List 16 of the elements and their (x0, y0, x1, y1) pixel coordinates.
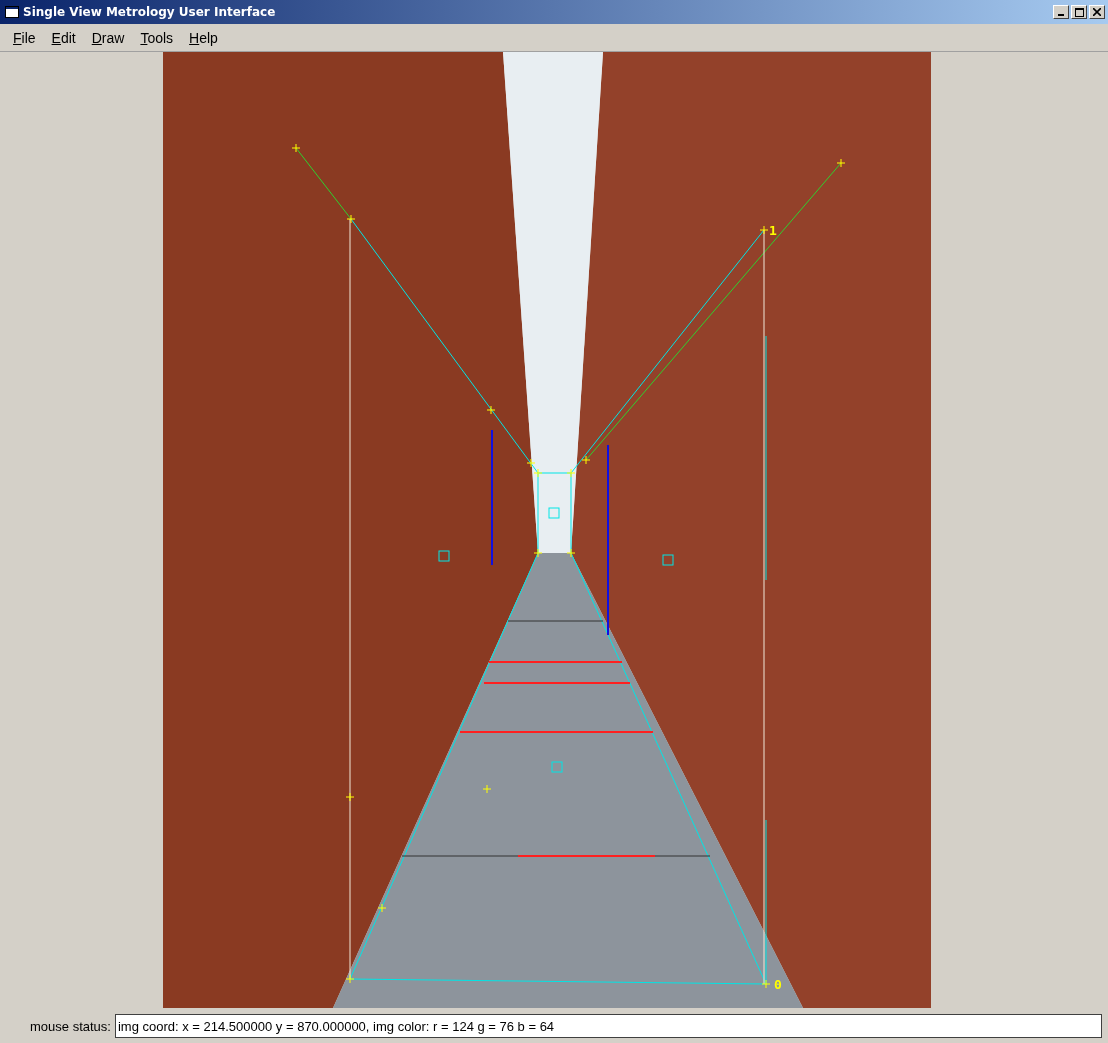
mouse-status-field[interactable]: img coord: x = 214.500000 y = 870.000000, img color: r = 124 g = 76 b = 64 (114, 1014, 1102, 1038)
close-button[interactable] (1089, 5, 1105, 19)
menu-item[interactable]: Help (181, 29, 226, 46)
maximize-button[interactable] (1071, 5, 1087, 19)
menu-item[interactable]: Draw (83, 29, 133, 46)
minimize-button[interactable] (1053, 5, 1069, 19)
menu-item[interactable]: Tools (132, 29, 182, 46)
point-label: 1 (768, 223, 777, 238)
window-title: Single View Metrology User Interface (23, 5, 277, 19)
status-label: mouse status: (30, 1018, 111, 1034)
maximize-icon (1074, 7, 1084, 17)
close-icon (1093, 8, 1101, 16)
window-icon (5, 6, 19, 18)
menu-item[interactable]: File (5, 29, 44, 46)
point-label: 0 (773, 977, 782, 992)
menu-item[interactable]: Edit (43, 29, 84, 46)
